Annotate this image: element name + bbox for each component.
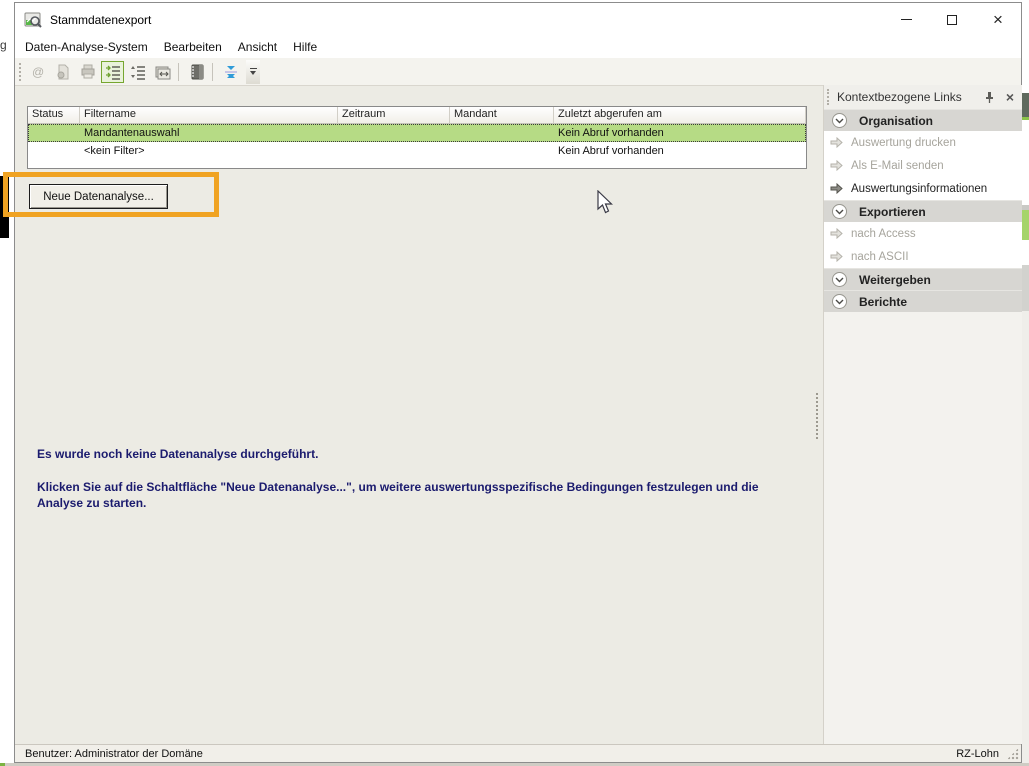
toolbar-overflow-button[interactable]	[246, 60, 260, 84]
maximize-button[interactable]	[929, 3, 975, 36]
toolbar-separator	[178, 63, 179, 81]
panel-close-icon[interactable]: ×	[1001, 88, 1019, 106]
background-segment	[1022, 210, 1029, 240]
table-row[interactable]: Mandantenauswahl Kein Abruf vorhanden	[28, 124, 806, 142]
no-analysis-message: Es wurde noch keine Datenanalyse durchge…	[37, 446, 318, 462]
section-label: Exportieren	[859, 205, 926, 219]
chevron-down-icon[interactable]	[832, 204, 847, 219]
filter-table: Status Filtername Zeitraum Mandant Zulet…	[27, 106, 807, 169]
link-nach-access: nach Access	[824, 222, 1022, 245]
arrow-right-icon	[830, 251, 843, 262]
toolbar-separator	[212, 63, 213, 81]
window-title: Stammdatenexport	[50, 13, 151, 27]
status-bar: Benutzer: Administrator der Domäne RZ-Lo…	[15, 744, 1021, 762]
mouse-cursor	[597, 190, 615, 216]
cell-zuletzt-abgerufen-am: Kein Abruf vorhanden	[554, 145, 806, 157]
arrow-right-icon	[830, 160, 843, 171]
splitter-grip[interactable]	[816, 393, 820, 439]
close-icon: ×	[993, 11, 1003, 28]
link-nach-ascii: nach ASCII	[824, 245, 1022, 268]
status-system: RZ-Lohn	[956, 748, 999, 760]
link-auswertungsinformationen[interactable]: Auswertungsinformationen	[824, 177, 1022, 200]
background-segment	[1022, 311, 1029, 766]
menu-hilfe[interactable]: Hilfe	[285, 37, 325, 57]
chevron-down-icon[interactable]	[832, 113, 847, 128]
title-bar: Stammdatenexport ×	[15, 3, 1021, 36]
background-window-right-strip	[1022, 0, 1029, 766]
collapse-rows-icon[interactable]	[219, 61, 242, 83]
chevron-down-icon[interactable]	[832, 272, 847, 287]
instruction-message: Klicken Sie auf die Schaltfläche "Neue D…	[37, 479, 799, 511]
list-view-icon[interactable]	[126, 61, 149, 83]
menu-bearbeiten[interactable]: Bearbeiten	[156, 37, 230, 57]
panel-grip[interactable]	[827, 89, 831, 105]
svg-text:@: @	[32, 65, 44, 79]
cell-filtername: Mandantenauswahl	[80, 127, 338, 139]
minimize-icon	[901, 19, 912, 20]
menu-bar: Daten-Analyse-System Bearbeiten Ansicht …	[15, 36, 1021, 58]
toolbar-grip[interactable]	[19, 63, 24, 81]
annotation-highlight-rect	[3, 172, 219, 217]
detail-view-icon[interactable]	[101, 61, 124, 83]
column-header-filtername[interactable]: Filtername	[80, 107, 338, 124]
column-header-status[interactable]: Status	[28, 107, 80, 124]
maximize-icon	[947, 15, 957, 25]
cell-zuletzt-abgerufen-am: Kein Abruf vorhanden	[554, 127, 806, 139]
menu-daten-analyse-system[interactable]: Daten-Analyse-System	[17, 37, 156, 57]
section-organisation[interactable]: Organisation	[824, 109, 1022, 131]
background-window-left-strip: g	[0, 0, 14, 766]
app-window: Stammdatenexport × Daten-Analyse-System …	[14, 2, 1022, 763]
overflow-bar-icon	[250, 68, 257, 69]
menu-ansicht[interactable]: Ansicht	[230, 37, 285, 57]
pin-icon[interactable]	[980, 88, 998, 106]
section-label: Weitergeben	[859, 273, 931, 287]
column-width-icon[interactable]	[151, 61, 174, 83]
notebook-icon[interactable]	[185, 61, 208, 83]
background-segment	[1022, 93, 1029, 117]
arrow-right-icon	[830, 228, 843, 239]
section-label: Organisation	[859, 114, 933, 128]
export-document-icon	[51, 61, 74, 83]
context-links-panel: Kontextbezogene Links × Organisation Aus…	[823, 85, 1022, 744]
column-header-zeitraum[interactable]: Zeitraum	[338, 107, 450, 124]
at-email-icon: @	[26, 61, 49, 83]
column-header-mandant[interactable]: Mandant	[450, 107, 554, 124]
link-als-email-senden: Als E-Mail senden	[824, 154, 1022, 177]
section-berichte[interactable]: Berichte	[824, 290, 1022, 312]
column-header-zuletzt-abgerufen-am[interactable]: Zuletzt abgerufen am	[554, 107, 806, 124]
background-text-fragment: g	[0, 38, 7, 52]
link-auswertung-drucken: Auswertung drucken	[824, 131, 1022, 154]
arrow-right-icon	[830, 137, 843, 148]
chevron-down-icon[interactable]	[832, 294, 847, 309]
app-icon	[24, 12, 42, 28]
section-weitergeben[interactable]: Weitergeben	[824, 268, 1022, 290]
overflow-arrow-icon	[250, 71, 256, 75]
status-user: Benutzer: Administrator der Domäne	[25, 748, 956, 760]
screen: g Stammdatenexport ×	[0, 0, 1029, 766]
toolbar: @	[15, 58, 1021, 86]
window-controls: ×	[883, 3, 1021, 36]
print-icon	[76, 61, 99, 83]
cell-filtername: <kein Filter>	[80, 145, 338, 157]
close-button[interactable]: ×	[975, 3, 1021, 36]
table-row[interactable]: <kein Filter> Kein Abruf vorhanden	[28, 142, 806, 160]
section-exportieren[interactable]: Exportieren	[824, 200, 1022, 222]
section-label: Berichte	[859, 295, 907, 309]
background-segment	[1022, 265, 1029, 311]
background-segment	[1022, 117, 1029, 120]
table-header-row: Status Filtername Zeitraum Mandant Zulet…	[28, 107, 806, 124]
minimize-button[interactable]	[883, 3, 929, 36]
arrow-right-icon	[830, 183, 843, 194]
resize-grip[interactable]	[1007, 748, 1019, 760]
context-links-header: Kontextbezogene Links ×	[824, 85, 1022, 109]
panel-title: Kontextbezogene Links	[837, 90, 980, 104]
